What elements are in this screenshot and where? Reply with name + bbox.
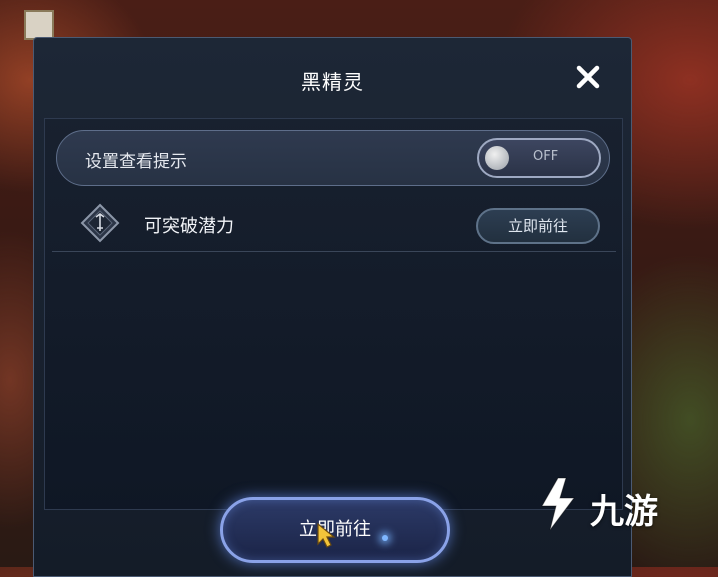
watermark-text: 九游 — [590, 492, 658, 532]
go-now-button[interactable]: 立即前往 — [476, 208, 600, 244]
watermark: 九游 — [536, 476, 686, 536]
toggle-knob — [485, 146, 509, 170]
toggle-state-text: OFF — [533, 149, 559, 164]
close-button[interactable] — [573, 62, 603, 92]
sword-diamond-icon — [80, 203, 120, 243]
close-icon — [576, 65, 600, 89]
cursor-icon — [316, 522, 338, 548]
hint-setting-label: 设置查看提示 — [85, 152, 187, 172]
hint-setting-row: 设置查看提示 OFF — [56, 130, 610, 186]
watermark-logo-icon — [536, 476, 580, 532]
list-item: 可突破潜力 立即前往 — [52, 196, 616, 252]
sparkle-icon — [382, 535, 388, 541]
player-portrait-icon[interactable] — [24, 10, 54, 40]
item-label: 可突破潜力 — [144, 216, 234, 237]
dialog-title: 黑精灵 — [301, 70, 364, 94]
hint-toggle[interactable]: OFF — [477, 138, 601, 178]
